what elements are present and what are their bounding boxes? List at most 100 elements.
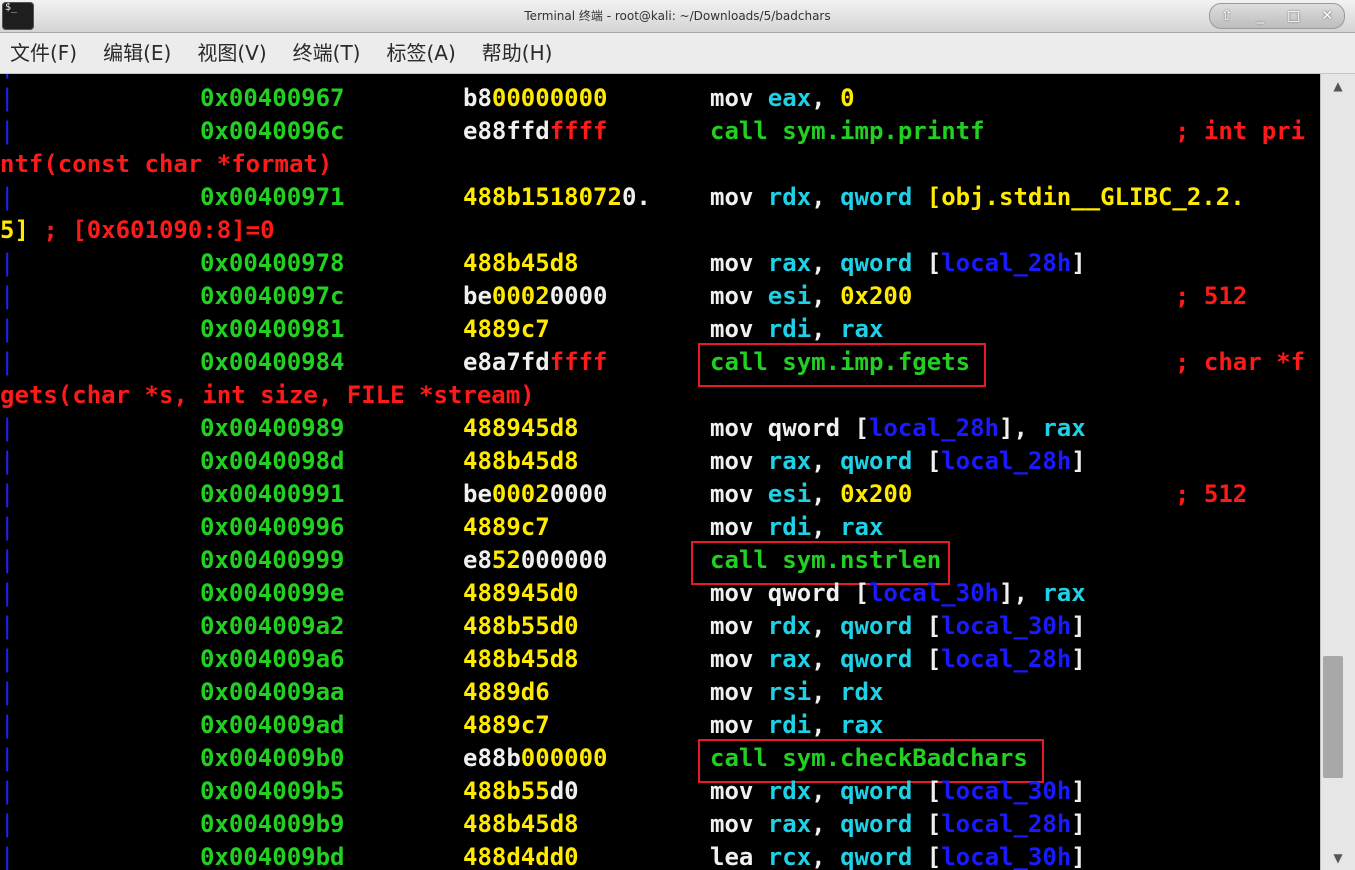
flow-bar: | [0, 678, 15, 706]
disasm-line: | 0x0040099e 488945d0 mov qword [local_30h]… [0, 576, 1320, 609]
flow-bar: | [0, 84, 15, 112]
segment: 488b1518072 [463, 183, 622, 211]
address: 0x004009a6 [200, 645, 345, 673]
segment: e88ffd [463, 117, 550, 145]
wrapped-text: ntf(const char *format) [0, 151, 332, 177]
flow-bar: | [0, 744, 15, 772]
segment: local_30h [868, 579, 999, 607]
segment: [ [912, 645, 942, 673]
shade-window-icon[interactable]: ⇧ [1215, 6, 1239, 26]
segment: mov [710, 810, 768, 838]
segment: mov [710, 282, 768, 310]
segment: ] [1071, 645, 1086, 673]
segment: 0000 [549, 282, 608, 310]
segment: d0 [549, 777, 579, 805]
segment: [ [912, 249, 942, 277]
disasm-line: | 0x00400967 b800000000 mov eax, 0 [0, 81, 1320, 114]
segment: rax [840, 711, 884, 739]
opcode-bytes: e88ffdffff [463, 118, 608, 144]
segment: qword [840, 183, 913, 211]
segment: ], [999, 414, 1043, 442]
segment: , [811, 843, 841, 870]
address: 0x00400981 [200, 315, 345, 343]
segment: ffff [549, 348, 608, 376]
segment: esi [767, 282, 812, 310]
opcode-bytes: be00020000 [463, 283, 608, 309]
scroll-up-icon[interactable]: ▲ [1321, 76, 1355, 96]
minimize-icon[interactable]: _ [1248, 6, 1272, 26]
segment: , [811, 777, 841, 805]
segment: qword [840, 612, 913, 640]
address: 0x0040096c [200, 117, 345, 145]
flow-bar: | [0, 777, 15, 805]
disasm-line: | 0x00400989 488945d8 mov qword [local_28h]… [0, 411, 1320, 444]
terminal-output[interactable]: | . |0x00400967b800000000mov eax, 0|0x00… [0, 74, 1320, 870]
segment: local_28h [941, 249, 1072, 277]
segment: 488b [463, 777, 521, 805]
maximize-icon[interactable]: □ [1282, 6, 1306, 26]
segment: 52 [491, 546, 521, 574]
segment: , [811, 480, 841, 508]
opcode-bytes: 488b55d0 [463, 613, 579, 639]
menu-help[interactable]: 帮助(H) [470, 33, 565, 73]
vertical-scrollbar[interactable]: ▲ ▼ [1320, 74, 1355, 870]
opcode-bytes: e8a7fdffff [463, 349, 608, 375]
segment: [ [912, 843, 942, 870]
segment: , [811, 84, 841, 112]
opcode-bytes: 488945d0 [463, 580, 579, 606]
segment: mov qword [ [710, 414, 869, 442]
disasm-line: | 0x004009b9 488b45d8 mov rax, qword [local… [0, 807, 1320, 840]
opcode-bytes: be00020000 [463, 481, 608, 507]
opcode-bytes: 4889c7 [463, 316, 550, 342]
disasm-line: | 0x004009bd 488d4dd0 lea rcx, qword [local… [0, 840, 1320, 870]
segment: mov [710, 612, 768, 640]
segment: 488b45d8 [463, 249, 579, 277]
segment: 0. [621, 183, 651, 211]
disasm-line: | 0x004009a2 488b55d0 mov rdx, qword [local… [0, 609, 1320, 642]
segment: 488b45d8 [463, 645, 579, 673]
segment: , [811, 183, 841, 211]
segment: 4889c7 [463, 513, 550, 541]
segment: rdx [840, 678, 884, 706]
menu-edit[interactable]: 编辑(E) [91, 33, 183, 73]
segment: ; [0x601090:8]=0 [28, 216, 275, 244]
segment: call sym.imp.printf [710, 117, 985, 145]
segment: rax [767, 249, 812, 277]
comment: ; int pri [1175, 117, 1306, 145]
segment: rax [840, 513, 884, 541]
address: 0x004009b9 [200, 810, 345, 838]
segment: , [811, 711, 841, 739]
segment: rdi [767, 711, 812, 739]
segment: rdi [767, 513, 812, 541]
flow-bar: | [0, 447, 15, 475]
opcode-bytes: 488b55d0 [463, 778, 579, 804]
menu-view[interactable]: 视图(V) [185, 33, 278, 73]
disasm-line: | 0x00400971 488b15180720. mov rdx, qword [… [0, 180, 1320, 213]
wrapped-line: gets(char *s, int size, FILE *stream) [0, 378, 1320, 411]
opcode-bytes: 488b15180720. [463, 184, 651, 210]
opcode-bytes: 488b45d8 [463, 448, 579, 474]
segment: lea [710, 843, 768, 870]
segment: 0000 [549, 480, 608, 508]
menu-file[interactable]: 文件(F) [0, 33, 89, 73]
segment: 0x200 [840, 480, 913, 508]
scroll-thumb[interactable] [1323, 656, 1343, 778]
menu-tabs[interactable]: 标签(A) [374, 33, 467, 73]
segment: mov [710, 480, 768, 508]
segment: qword [840, 843, 913, 870]
segment: ] [1071, 810, 1086, 838]
opcode-bytes: b800000000 [463, 85, 608, 111]
segment: 4889c7 [463, 315, 550, 343]
segment: mov [710, 315, 768, 343]
address: 0x0040098d [200, 447, 345, 475]
segment: 488b45d8 [463, 447, 579, 475]
segment: rax [767, 447, 812, 475]
segment: mov [710, 447, 768, 475]
close-icon[interactable]: ✕ [1315, 6, 1339, 26]
segment: mov [710, 777, 768, 805]
scroll-down-icon[interactable]: ▼ [1321, 848, 1355, 868]
segment: [ [912, 612, 942, 640]
disasm-line: | 0x004009ad 4889c7 mov rdi, rax [0, 708, 1320, 741]
wrapped-line: ntf(const char *format) [0, 147, 1320, 180]
menu-terminal[interactable]: 终端(T) [281, 33, 373, 73]
